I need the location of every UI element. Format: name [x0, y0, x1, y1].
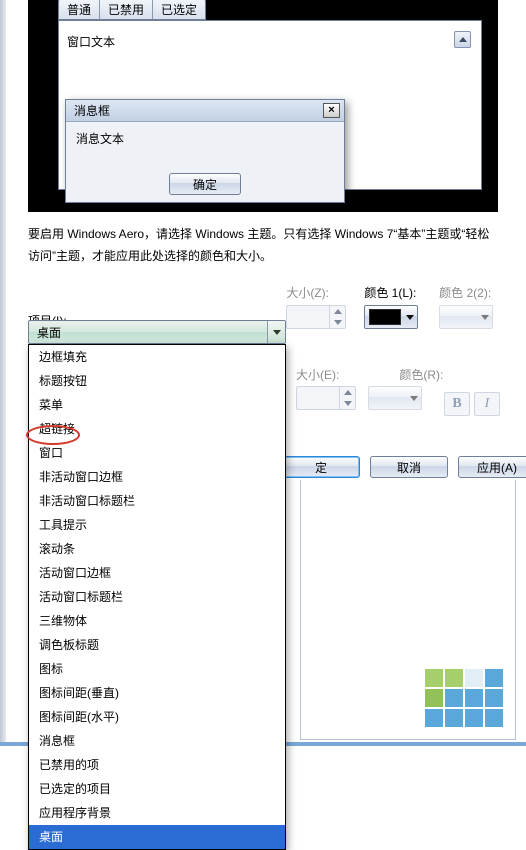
dropdown-option[interactable]: 应用程序背景 — [29, 801, 285, 825]
preview-scroll-up — [454, 31, 471, 48]
decorative-tiles — [425, 669, 503, 727]
preview-msgbox-body: 消息文本 — [66, 122, 344, 155]
dropdown-option[interactable]: 桌面 — [29, 825, 285, 849]
dropdown-option[interactable]: 三维物体 — [29, 609, 285, 633]
color1-label: 颜色 1(L): — [364, 284, 431, 301]
preview-msgbox-ok-button: 确定 — [169, 173, 241, 195]
preview-tab-disabled: 已禁用 — [100, 0, 153, 19]
item-combobox[interactable]: 桌面 — [28, 320, 286, 344]
italic-button: I — [474, 392, 500, 416]
dropdown-option[interactable]: 活动窗口边框 — [29, 561, 285, 585]
dropdown-option[interactable]: 边框填充 — [29, 345, 285, 369]
size-z-label: 大小(Z): — [286, 284, 346, 301]
ok-button[interactable]: 定 — [282, 456, 360, 478]
color2-label: 颜色 2(2): — [439, 284, 506, 301]
dropdown-option[interactable]: 图标 — [29, 657, 285, 681]
dropdown-option[interactable]: 滚动条 — [29, 537, 285, 561]
description-text: 要启用 Windows Aero，请选择 Windows 主题。只有选择 Win… — [28, 224, 498, 267]
close-icon: × — [323, 103, 340, 118]
chevron-down-icon — [406, 315, 414, 320]
color2-picker — [439, 305, 493, 329]
color-r-label: 颜色(R): — [399, 366, 443, 383]
preview-msgbox-titlebar: 消息框 × — [66, 100, 344, 122]
dropdown-option[interactable]: 非活动窗口标题栏 — [29, 489, 285, 513]
dropdown-option[interactable]: 超链接 — [29, 417, 285, 441]
color1-swatch — [369, 309, 401, 325]
preview-msgbox-title: 消息框 — [74, 102, 110, 119]
bold-button: B — [444, 392, 470, 416]
dropdown-option[interactable]: 菜单 — [29, 393, 285, 417]
dropdown-option[interactable]: 标题按钮 — [29, 369, 285, 393]
preview-area: 普通 已禁用 已选定 窗口文本 消息框 × 消息文本 确定 — [28, 0, 498, 212]
dropdown-option[interactable]: 已禁用的项 — [29, 753, 285, 777]
size-e-spinner — [296, 386, 356, 410]
lower-right-panel — [300, 480, 516, 740]
chevron-down-icon — [481, 315, 489, 320]
color-r-picker — [368, 386, 422, 410]
preview-window: 窗口文本 消息框 × 消息文本 确定 — [58, 20, 482, 190]
dropdown-option[interactable]: 工具提示 — [29, 513, 285, 537]
dropdown-option[interactable]: 已选定的项目 — [29, 777, 285, 801]
preview-tab-normal: 普通 — [59, 0, 100, 19]
dropdown-option[interactable]: 消息框 — [29, 729, 285, 753]
dropdown-option[interactable]: 调色板标题 — [29, 633, 285, 657]
dropdown-option[interactable]: 图标间距(垂直) — [29, 681, 285, 705]
dropdown-option[interactable]: 窗口 — [29, 441, 285, 465]
chevron-down-icon — [410, 396, 418, 401]
preview-window-text: 窗口文本 — [67, 33, 115, 50]
size-e-label: 大小(E): — [296, 366, 339, 383]
apply-button[interactable]: 应用(A) — [458, 456, 526, 478]
item-combobox-button[interactable] — [267, 321, 285, 343]
preview-tabstrip: 普通 已禁用 已选定 — [58, 0, 206, 20]
dropdown-option[interactable]: 非活动窗口边框 — [29, 465, 285, 489]
dropdown-option[interactable]: 活动窗口标题栏 — [29, 585, 285, 609]
item-dropdown-list[interactable]: 边框填充标题按钮菜单超链接窗口非活动窗口边框非活动窗口标题栏工具提示滚动条活动窗… — [28, 344, 286, 850]
size-z-spinner — [286, 305, 346, 329]
item-combobox-value: 桌面 — [37, 324, 61, 341]
cancel-button[interactable]: 取消 — [370, 456, 448, 478]
preview-message-box: 消息框 × 消息文本 确定 — [65, 99, 345, 203]
dropdown-option[interactable]: 图标间距(水平) — [29, 705, 285, 729]
preview-tab-selected: 已选定 — [153, 0, 205, 19]
color1-picker[interactable] — [364, 305, 418, 329]
window-left-edge — [0, 0, 6, 746]
